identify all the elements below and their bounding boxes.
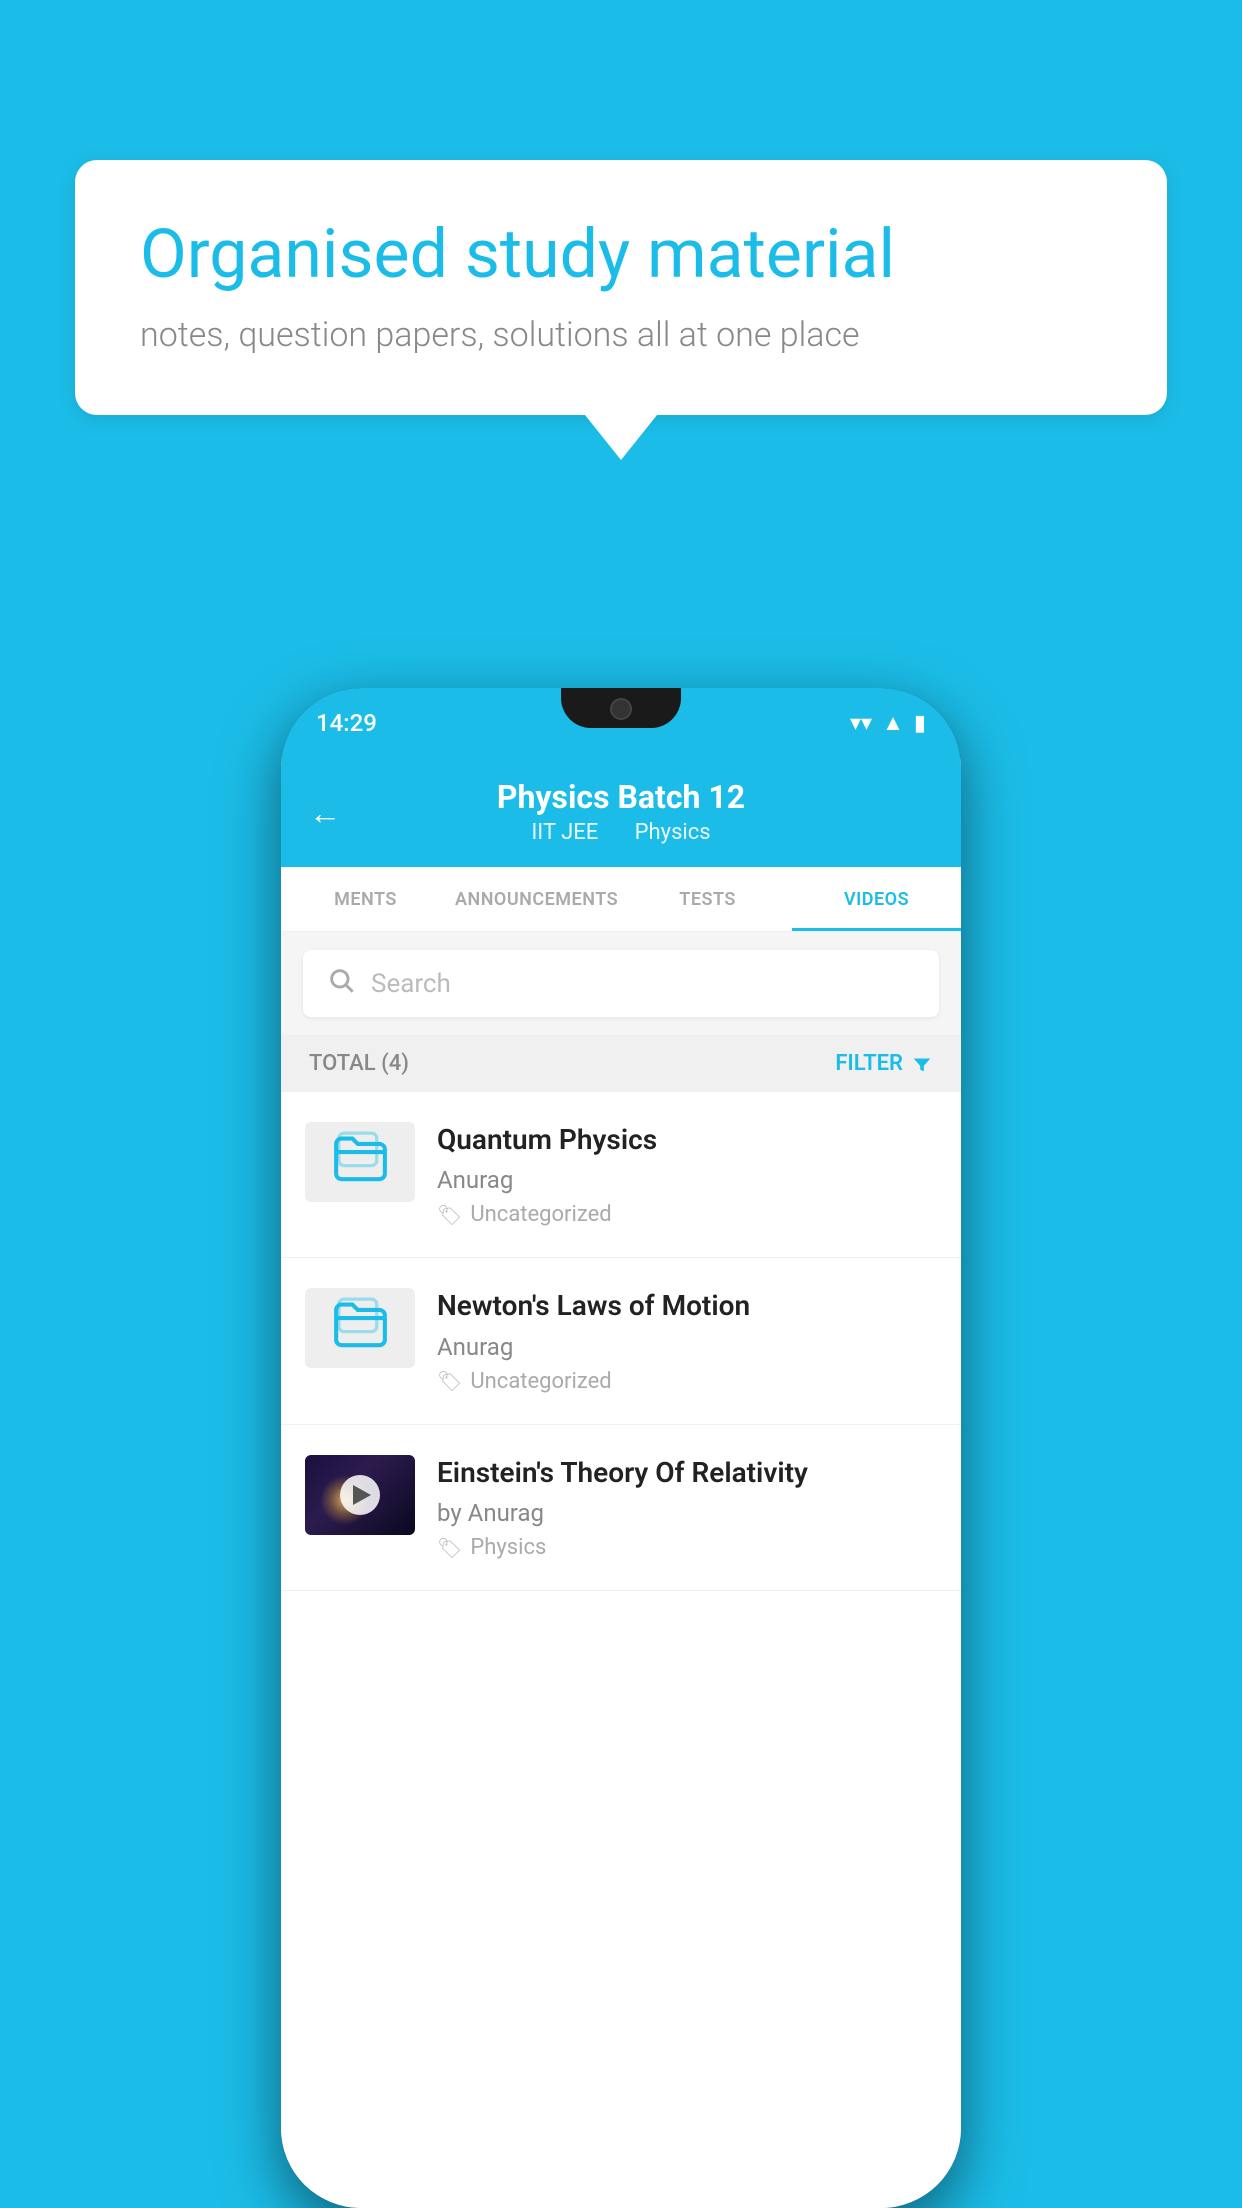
phone-frame: 14:29 ▾▾ ▲ ▮ ← Physics Batch 12 IIT JEE … <box>281 688 961 2208</box>
total-bar: TOTAL (4) FILTER <box>281 1035 961 1092</box>
status-bar: 14:29 ▾▾ ▲ ▮ <box>281 688 961 758</box>
battery-icon: ▮ <box>914 711 926 736</box>
video-list: Quantum Physics Anurag 🏷 Uncategorized <box>281 1092 961 2208</box>
video-info-1: Quantum Physics Anurag 🏷 Uncategorized <box>437 1122 937 1227</box>
folder-icon-1 <box>328 1125 393 1199</box>
filter-button[interactable]: FILTER <box>835 1051 933 1076</box>
speech-bubble: Organised study material notes, question… <box>75 160 1167 415</box>
video-author-3: by Anurag <box>437 1499 937 1527</box>
video-tag-3: 🏷 Physics <box>437 1535 937 1560</box>
video-tag-label-2: Uncategorized <box>470 1369 611 1394</box>
video-tag-1: 🏷 Uncategorized <box>437 1202 937 1227</box>
video-title-3: Einstein's Theory Of Relativity <box>437 1455 937 1491</box>
status-time: 14:29 <box>316 709 377 737</box>
tag-icon-3: 🏷 <box>437 1536 462 1560</box>
tab-announcements[interactable]: ANNOUNCEMENTS <box>450 867 623 931</box>
video-item-1[interactable]: Quantum Physics Anurag 🏷 Uncategorized <box>281 1092 961 1258</box>
video-title-1: Quantum Physics <box>437 1122 937 1158</box>
video-tag-2: 🏷 Uncategorized <box>437 1369 937 1394</box>
search-bar[interactable]: Search <box>303 950 939 1017</box>
video-tag-label-1: Uncategorized <box>470 1202 611 1227</box>
video-info-3: Einstein's Theory Of Relativity by Anura… <box>437 1455 937 1560</box>
filter-label: FILTER <box>835 1051 903 1076</box>
signal-icon: ▲ <box>882 710 904 736</box>
tab-tests[interactable]: TESTS <box>623 867 792 931</box>
video-author-2: Anurag <box>437 1333 937 1361</box>
tab-videos[interactable]: VIDEOS <box>792 867 961 931</box>
video-tag-label-3: Physics <box>470 1535 546 1560</box>
filter-icon <box>911 1053 933 1075</box>
subtitle-iitjee: IIT JEE <box>531 820 598 845</box>
video-thumbnail-2 <box>305 1288 415 1368</box>
phone-notch <box>561 688 681 728</box>
search-icon <box>327 966 355 1001</box>
status-icons: ▾▾ ▲ ▮ <box>850 710 926 736</box>
back-button[interactable]: ← <box>309 794 341 832</box>
app-header: ← Physics Batch 12 IIT JEE Physics <box>281 758 961 867</box>
total-count: TOTAL (4) <box>309 1051 409 1076</box>
app-subtitle: IIT JEE Physics <box>311 820 931 845</box>
speech-bubble-title: Organised study material <box>140 215 1102 293</box>
speech-bubble-subtitle: notes, question papers, solutions all at… <box>140 315 1102 355</box>
app-title: Physics Batch 12 <box>311 778 931 816</box>
phone-screen: ← Physics Batch 12 IIT JEE Physics MENTS… <box>281 758 961 2208</box>
play-triangle-icon <box>353 1485 371 1505</box>
play-button-3[interactable] <box>340 1475 380 1515</box>
video-thumbnail-1 <box>305 1122 415 1202</box>
tag-icon-2: 🏷 <box>437 1369 462 1393</box>
video-info-2: Newton's Laws of Motion Anurag 🏷 Uncateg… <box>437 1288 937 1393</box>
video-item-3[interactable]: Einstein's Theory Of Relativity by Anura… <box>281 1425 961 1591</box>
video-author-1: Anurag <box>437 1166 937 1194</box>
search-placeholder: Search <box>371 969 451 999</box>
tag-icon-1: 🏷 <box>437 1203 462 1227</box>
tabs-bar: MENTS ANNOUNCEMENTS TESTS VIDEOS <box>281 867 961 932</box>
wifi-icon: ▾▾ <box>850 711 872 736</box>
tab-ments[interactable]: MENTS <box>281 867 450 931</box>
video-item-2[interactable]: Newton's Laws of Motion Anurag 🏷 Uncateg… <box>281 1258 961 1424</box>
folder-icon-2 <box>328 1291 393 1365</box>
video-thumbnail-3 <box>305 1455 415 1535</box>
subtitle-physics: Physics <box>635 820 711 845</box>
video-title-2: Newton's Laws of Motion <box>437 1288 937 1324</box>
camera-icon <box>610 698 632 720</box>
search-container: Search <box>281 932 961 1035</box>
